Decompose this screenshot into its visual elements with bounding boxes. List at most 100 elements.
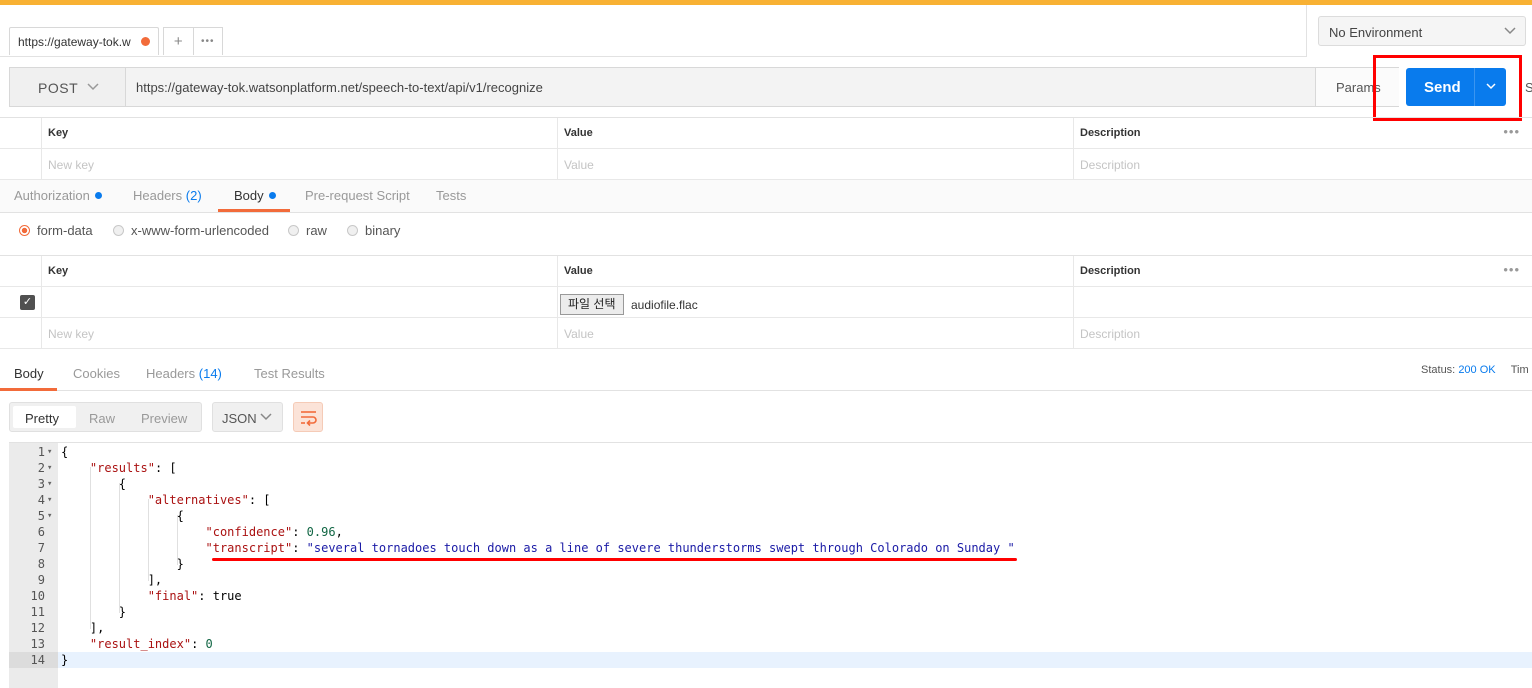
tab-label: Body (234, 188, 264, 203)
response-tab-headers[interactable]: Headers (14) (146, 366, 222, 381)
code-line: 2 ▾ "results": [ (9, 460, 1532, 476)
row-enabled-checkbox[interactable]: ✓ (20, 295, 35, 310)
radio-x-www-form-urlencoded[interactable]: x-www-form-urlencoded (113, 223, 269, 238)
method-value: POST (38, 80, 79, 96)
code-text: "alternatives": [ (147, 493, 271, 507)
choose-file-button[interactable]: 파일 선택 (560, 294, 624, 315)
view-mode-preview[interactable]: Preview (141, 411, 187, 426)
table-row: New key Value Description (0, 318, 1532, 349)
active-tab-underline (218, 209, 290, 212)
status-dot-icon (94, 192, 102, 199)
code-text: "transcript": "several tornadoes touch d… (205, 541, 1015, 555)
line-number: 10 (30, 589, 45, 603)
chevron-down-icon (1503, 22, 1517, 43)
fold-toggle-icon[interactable]: ▾ (47, 476, 52, 492)
code-line: 11 } (9, 604, 1532, 620)
description-input[interactable]: Description (1080, 327, 1140, 341)
code-text: "confidence": 0.96, (205, 525, 343, 539)
code-line: 12 ], (9, 620, 1532, 636)
fold-toggle-icon[interactable]: ▾ (47, 492, 52, 508)
new-key-input[interactable]: New key (48, 158, 94, 172)
value-input[interactable]: Value (564, 327, 594, 341)
tab-headers[interactable]: Headers (2) (133, 188, 202, 203)
more-icon[interactable]: ••• (1503, 124, 1520, 139)
tab-authorization[interactable]: Authorization (14, 188, 102, 203)
tab-tests[interactable]: Tests (436, 188, 466, 203)
fold-toggle-icon[interactable]: ▾ (47, 508, 52, 524)
tab-actions: + ••• (163, 27, 223, 55)
table-row: ✓ 파일 선택 audiofile.flac (0, 287, 1532, 318)
code-text: "final": true (147, 589, 242, 603)
url-input[interactable]: https://gateway-tok.watsonplatform.net/s… (136, 80, 543, 95)
body-type-radios: form-data x-www-form-urlencoded raw bina… (0, 214, 1532, 256)
code-line: 14} (9, 652, 1532, 668)
radio-form-data[interactable]: form-data (19, 223, 93, 238)
radio-label: form-data (37, 223, 93, 238)
tab-body[interactable]: Body (234, 188, 276, 203)
column-header-description: Description (1080, 127, 1141, 139)
request-tab[interactable]: https://gateway-tok.w (9, 27, 159, 55)
format-select[interactable]: JSON (212, 402, 283, 432)
radio-icon (288, 225, 299, 236)
method-select[interactable]: POST (10, 68, 126, 106)
key-cell[interactable] (41, 287, 557, 317)
form-data-table: Key Value Description ••• ✓ 파일 선택 audiof… (0, 255, 1532, 349)
response-code-editor[interactable]: 1 ▾{2 ▾ "results": [3 ▾ {4 ▾ "alternatives":… (9, 442, 1532, 688)
response-status: Status: 200 OK Tim (1421, 364, 1529, 376)
code-line: 10 "final": true (9, 588, 1532, 604)
line-number: 11 (30, 605, 45, 619)
radio-binary[interactable]: binary (347, 223, 400, 238)
fold-toggle-icon[interactable]: ▾ (47, 444, 52, 460)
environment-select-value: No Environment (1329, 25, 1423, 40)
response-tab-body[interactable]: Body (14, 366, 44, 381)
code-text: { (61, 509, 184, 523)
active-tab-underline (0, 388, 57, 391)
tab-pre-request-script[interactable]: Pre-request Script (305, 188, 410, 203)
response-tab-test-results[interactable]: Test Results (254, 366, 325, 381)
code-text: { (61, 477, 127, 491)
tab-label: Headers (133, 188, 183, 203)
tab-count: (2) (185, 188, 202, 203)
more-icon[interactable]: ••• (1503, 262, 1520, 277)
save-button-peek[interactable]: S (1525, 80, 1532, 95)
code-text: "result_index": 0 (89, 637, 213, 651)
time-label: Tim (1510, 364, 1529, 376)
description-cell[interactable] (1073, 287, 1532, 317)
value-cell: 파일 선택 audiofile.flac (557, 287, 1073, 317)
tab-more-button[interactable]: ••• (194, 28, 223, 55)
view-mode-raw[interactable]: Raw (89, 411, 115, 426)
environment-select[interactable]: No Environment (1318, 16, 1526, 46)
line-number: 9 (37, 573, 45, 587)
description-input[interactable]: Description (1080, 158, 1140, 172)
params-table-header: Key Value Description ••• (0, 118, 1532, 149)
new-tab-button[interactable]: + (164, 28, 194, 55)
column-header-key: Key (48, 265, 69, 277)
annotation-underline (212, 558, 1017, 561)
request-section-tabs: Authorization Headers (2) Body Pre-reque… (0, 180, 1532, 213)
code-text: "results": [ (89, 461, 177, 475)
code-text: } (61, 605, 127, 619)
tabs-divider (0, 56, 1532, 57)
response-tab-cookies[interactable]: Cookies (73, 366, 120, 381)
tab-label: Authorization (14, 188, 90, 203)
radio-raw[interactable]: raw (288, 223, 327, 238)
response-tabs: Body Cookies Headers (14) Test Results (0, 360, 1532, 391)
unsaved-dot-icon (141, 37, 150, 46)
wrap-lines-button[interactable] (293, 402, 323, 432)
tab-label: Pre-request Script (305, 188, 410, 203)
code-line: 6 "confidence": 0.96, (9, 524, 1532, 540)
code-line: 9 ], (9, 572, 1532, 588)
column-header-description: Description (1080, 265, 1141, 277)
code-text: } (61, 653, 69, 667)
top-accent-bar (0, 0, 1532, 5)
code-text: } (61, 557, 184, 571)
column-header-value: Value (564, 127, 593, 139)
new-key-input[interactable]: New key (48, 327, 94, 341)
view-mode-pretty[interactable]: Pretty (25, 411, 59, 426)
line-number: 13 (30, 637, 45, 651)
status-label: Status: (1421, 364, 1456, 376)
value-input[interactable]: Value (564, 158, 594, 172)
wrap-lines-icon (301, 411, 317, 427)
fold-toggle-icon[interactable]: ▾ (47, 460, 52, 476)
code-text: ], (61, 573, 163, 587)
